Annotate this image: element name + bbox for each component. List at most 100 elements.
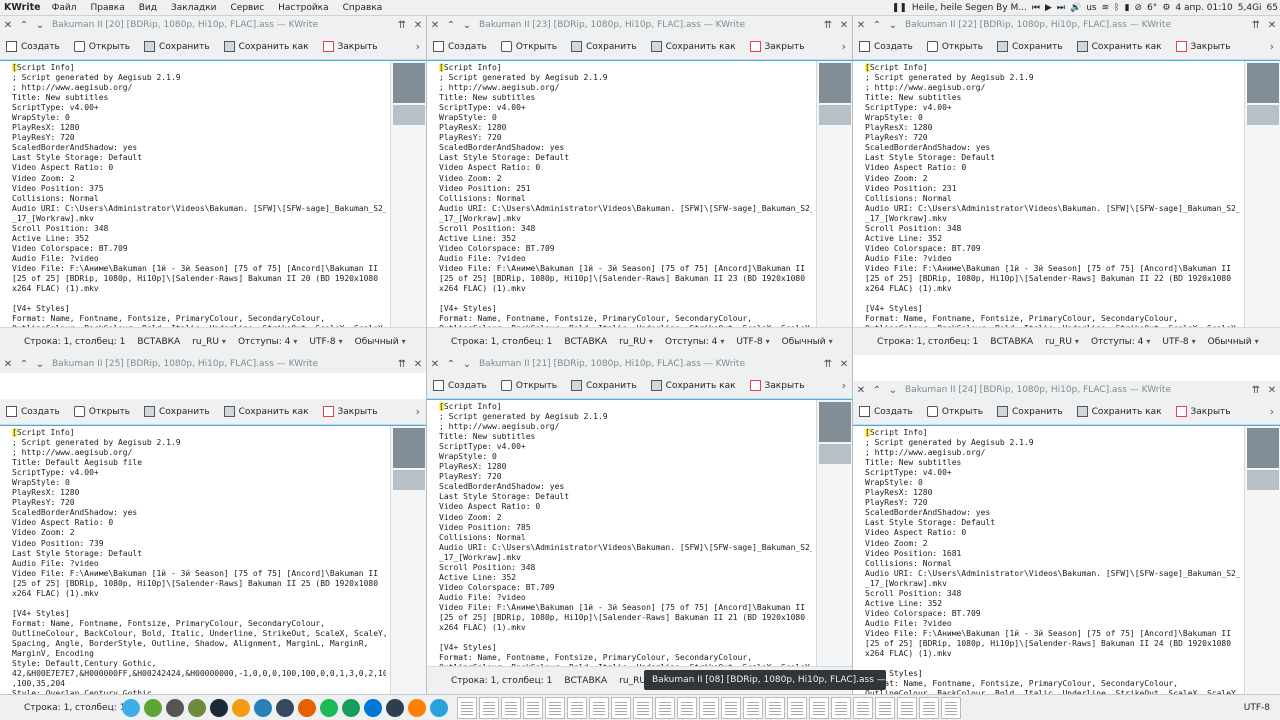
save-button[interactable]: Сохранить — [571, 41, 637, 52]
volume-icon[interactable]: 🔊 — [1070, 3, 1081, 13]
play-icon[interactable]: ▶ — [1045, 3, 1052, 13]
keep-above-icon[interactable]: ⇈ — [394, 20, 410, 31]
close-button[interactable]: Закрыть — [1175, 41, 1231, 52]
globe-icon[interactable] — [254, 698, 272, 717]
open-button[interactable]: Открыть — [926, 406, 983, 417]
chevron-down-icon[interactable]: ⌄ — [459, 359, 475, 370]
save-as-button[interactable]: Сохранить как — [1076, 406, 1162, 417]
menu-file[interactable]: Файл — [45, 3, 84, 13]
task-thumbnail[interactable] — [809, 696, 829, 719]
chevron-down-icon[interactable]: ⌄ — [32, 359, 48, 370]
window-close-icon[interactable]: ✕ — [1264, 385, 1280, 396]
skype-icon[interactable] — [364, 698, 382, 717]
task-thumbnail[interactable] — [831, 696, 851, 719]
open-button[interactable]: Открыть — [926, 41, 983, 52]
save-as-button[interactable]: Сохранить как — [1076, 41, 1162, 52]
save-button[interactable]: Сохранить — [144, 406, 210, 417]
window-titlebar[interactable]: ✕ ⌃ ⌄ Bakuman II [21] [BDRip, 1080p, Hi1… — [427, 355, 852, 373]
window-close-icon[interactable]: ✕ — [410, 359, 426, 370]
task-thumbnail[interactable] — [787, 696, 807, 719]
new-button[interactable]: Создать — [859, 406, 913, 417]
code-text[interactable]: [Script Info]; Script generated by Aegis… — [439, 402, 812, 666]
cursor-position[interactable]: Строка: 1, столбец: 1 — [427, 676, 564, 686]
text-editor[interactable]: [Script Info]; Script generated by Aegis… — [853, 60, 1280, 327]
task-thumbnail[interactable] — [743, 696, 763, 719]
steam-icon[interactable] — [210, 698, 228, 717]
cursor-position[interactable]: Строка: 1, столбец: 1 — [853, 337, 990, 347]
close-button[interactable]: Закрыть — [749, 41, 805, 52]
open-button[interactable]: Открыть — [500, 380, 557, 391]
indent-setting[interactable]: Отступы: 4 ▾ — [1091, 337, 1162, 347]
spellcheck-lang[interactable]: ru_RU▾ — [192, 337, 238, 347]
cursor-position[interactable]: Строка: 1, столбец: 1 — [0, 337, 137, 347]
gimp-icon[interactable] — [188, 698, 206, 717]
menu-view[interactable]: Вид — [132, 3, 164, 13]
text-editor[interactable]: [Script Info]; Script generated by Aegis… — [427, 60, 852, 327]
chevron-down-icon[interactable]: ⌄ — [885, 385, 901, 396]
save-as-button[interactable]: Сохранить как — [223, 41, 309, 52]
close-button[interactable]: Закрыть — [749, 380, 805, 391]
indent-setting[interactable]: Отступы: 4 ▾ — [665, 337, 736, 347]
terminal-icon[interactable] — [342, 698, 360, 717]
save-button[interactable]: Сохранить — [997, 41, 1063, 52]
close-icon[interactable]: ✕ — [427, 20, 443, 31]
input-mode[interactable]: ВСТАВКА — [564, 337, 619, 347]
keyboard-layout[interactable]: us — [1086, 3, 1096, 13]
task-thumbnail[interactable] — [567, 696, 587, 719]
cursor-position[interactable]: Строка: 1, столбец: 1 — [427, 337, 564, 347]
task-thumbnail[interactable] — [611, 696, 631, 719]
task-thumbnail[interactable] — [721, 696, 741, 719]
clock[interactable]: 4 апр. 01:10 — [1175, 3, 1232, 13]
chevron-up-icon[interactable]: ⌃ — [869, 20, 885, 31]
pause-icon[interactable]: ❚❚ — [892, 3, 907, 13]
media-title[interactable]: Heile, heile Segen By M... — [912, 3, 1027, 13]
task-thumbnail[interactable] — [941, 696, 961, 719]
more-chevron-icon[interactable]: › — [416, 405, 420, 418]
new-button[interactable]: Создать — [859, 41, 913, 52]
keep-above-icon[interactable]: ⇈ — [394, 359, 410, 370]
encoding[interactable]: UTF-8 ▾ — [1162, 337, 1207, 347]
task-thumbnail[interactable] — [501, 696, 521, 719]
save-button[interactable]: Сохранить — [571, 380, 637, 391]
chevron-up-icon[interactable]: ⌃ — [869, 385, 885, 396]
more-chevron-icon[interactable]: › — [1270, 405, 1274, 418]
code-text[interactable]: [Script Info]; Script generated by Aegis… — [865, 428, 1240, 694]
close-icon[interactable]: ✕ — [0, 359, 16, 370]
battery-icon[interactable]: ▮ — [1125, 3, 1130, 13]
task-thumbnail[interactable] — [919, 696, 939, 719]
task-thumbnail[interactable] — [875, 696, 895, 719]
text-editor[interactable]: [Script Info]; Script generated by Aegis… — [0, 425, 426, 694]
code-text[interactable]: [Script Info]; Script generated by Aegis… — [12, 63, 386, 327]
eol-mode[interactable]: Обычный ▾ — [1208, 337, 1271, 347]
eol-mode[interactable]: Обычный ▾ — [782, 337, 845, 347]
app-icon[interactable] — [232, 698, 250, 717]
chevron-up-icon[interactable]: ⌃ — [443, 20, 459, 31]
window-close-icon[interactable]: ✕ — [410, 20, 426, 31]
more-chevron-icon[interactable]: › — [416, 40, 420, 53]
new-button[interactable]: Создать — [433, 41, 487, 52]
save-as-button[interactable]: Сохранить как — [223, 406, 309, 417]
network-icon[interactable] — [276, 698, 294, 717]
minimap[interactable] — [816, 61, 852, 327]
task-thumbnail[interactable] — [523, 696, 543, 719]
window-titlebar[interactable]: ✕ ⌃ ⌄ Bakuman II [25] [BDRip, 1080p, Hi1… — [0, 355, 426, 373]
android-icon[interactable] — [144, 698, 162, 717]
close-icon[interactable]: ✕ — [0, 20, 16, 31]
spellcheck-lang[interactable]: ru_RU▾ — [1045, 337, 1091, 347]
skip-forward-icon[interactable]: ⏭ — [1057, 3, 1065, 13]
close-button[interactable]: Закрыть — [1175, 406, 1231, 417]
text-editor[interactable]: [Script Info]; Script generated by Aegis… — [853, 425, 1280, 694]
window-titlebar[interactable]: ✕ ⌃ ⌄ Bakuman II [20] [BDRip, 1080p, Hi1… — [0, 16, 426, 34]
save-button[interactable]: Сохранить — [144, 41, 210, 52]
dnd-icon[interactable]: ⊘ — [1135, 3, 1143, 13]
code-text[interactable]: [Script Info]; Script generated by Aegis… — [12, 428, 386, 694]
input-mode[interactable]: ВСТАВКА — [564, 676, 619, 686]
text-editor[interactable]: [Script Info]; Script generated by Aegis… — [0, 60, 426, 327]
menu-bookmarks[interactable]: Закладки — [164, 3, 224, 13]
keep-above-icon[interactable]: ⇈ — [820, 359, 836, 370]
kde-launcher-icon[interactable] — [122, 698, 140, 717]
more-chevron-icon[interactable]: › — [842, 40, 846, 53]
save-button[interactable]: Сохранить — [997, 406, 1063, 417]
menu-tools[interactable]: Сервис — [224, 3, 272, 13]
menu-edit[interactable]: Правка — [83, 3, 131, 13]
